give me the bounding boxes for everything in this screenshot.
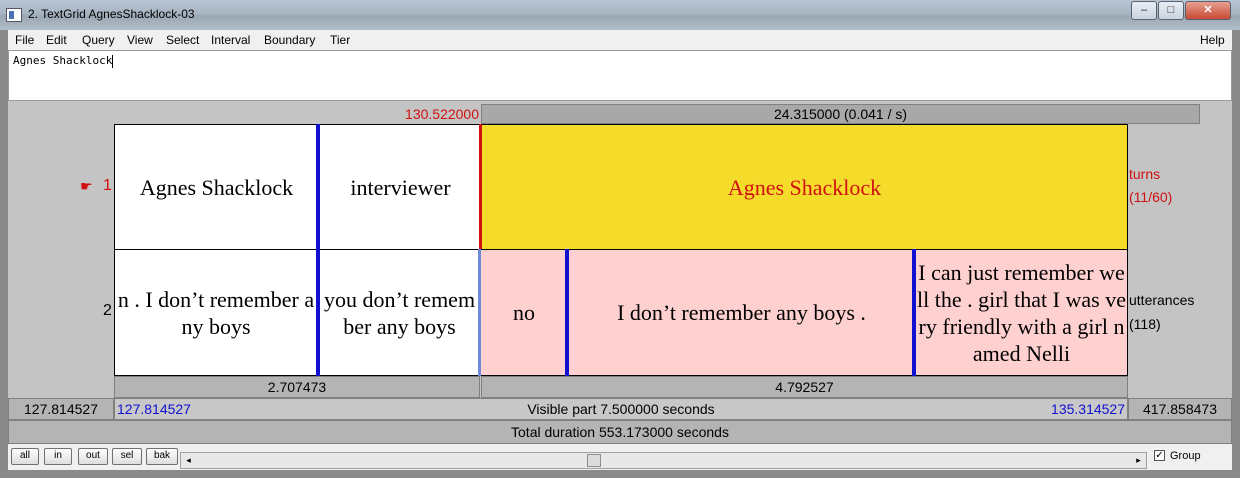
- window-title: 2. TextGrid AgnesShacklock-03: [28, 7, 195, 21]
- zoom-out-button[interactable]: out: [78, 448, 108, 465]
- total-duration: Total duration 553.173000 seconds: [511, 424, 729, 440]
- scroll-right-icon[interactable]: ▸: [1131, 453, 1146, 468]
- menu-edit[interactable]: Edit: [46, 33, 67, 47]
- zoom-in-button[interactable]: in: [44, 448, 72, 465]
- window-end-time-bar[interactable]: 417.858473: [1128, 398, 1232, 420]
- menu-boundary[interactable]: Boundary: [264, 33, 315, 47]
- menu-bar: File Edit Query View Select Interval Bou…: [8, 30, 1232, 50]
- menu-interval[interactable]: Interval: [211, 33, 250, 47]
- tier2-boundary-4[interactable]: [912, 249, 916, 376]
- tier2-name: utterances: [1129, 292, 1195, 308]
- menu-view[interactable]: View: [127, 33, 153, 47]
- visible-part-bar[interactable]: 127.814527 Visible part 7.500000 seconds…: [114, 398, 1128, 420]
- selection-duration-bar[interactable]: 24.315000 (0.041 / s): [481, 104, 1200, 124]
- duration-right: 4.792527: [775, 379, 834, 395]
- title-bar: 2. TextGrid AgnesShacklock-03 – □ ✕: [0, 0, 1240, 30]
- app-icon: [6, 8, 22, 22]
- tier1-boundary[interactable]: [316, 124, 320, 250]
- zoom-all-button[interactable]: all: [11, 448, 39, 465]
- tier2-boundary-1[interactable]: [316, 249, 320, 376]
- tier1-count: (11/60): [1129, 189, 1173, 205]
- close-button[interactable]: ✕: [1185, 1, 1231, 20]
- visible-part-label: Visible part 7.500000 seconds: [527, 401, 715, 417]
- tier2-interval-5[interactable]: I can just remember well the . girl that…: [917, 250, 1126, 375]
- tier2-number: 2: [103, 302, 112, 319]
- scrollbar-thumb[interactable]: [587, 454, 601, 467]
- tier1-pointer-icon: ☛: [80, 178, 93, 194]
- selection-duration: 24.315000 (0.041 / s): [773, 106, 908, 122]
- tier1-number: 1: [103, 177, 112, 194]
- menu-query[interactable]: Query: [82, 33, 115, 47]
- total-duration-bar[interactable]: Total duration 553.173000 seconds: [8, 420, 1232, 444]
- duration-left: 2.707473: [267, 379, 327, 395]
- maximize-button[interactable]: □: [1158, 1, 1184, 20]
- duration-bar-left[interactable]: 2.707473: [114, 376, 480, 398]
- tier2-interval-1[interactable]: n . I don’t remember any boys: [115, 250, 317, 375]
- visible-end-time: 135.314527: [1051, 401, 1125, 417]
- group-label: Group: [1170, 450, 1201, 462]
- tier2-interval-3[interactable]: no: [482, 250, 566, 375]
- tier1-interval-2[interactable]: interviewer: [322, 125, 479, 249]
- horizontal-scrollbar[interactable]: ◂ ▸: [180, 452, 1147, 469]
- menu-file[interactable]: File: [15, 33, 34, 47]
- tier1-boundary-cursor[interactable]: [479, 124, 482, 250]
- minimize-button[interactable]: –: [1131, 1, 1157, 20]
- tier2-count: (118): [1129, 316, 1161, 332]
- tier2-interval-2[interactable]: you don’t remember any boys: [321, 250, 478, 375]
- duration-bar-right[interactable]: 4.792527: [481, 376, 1128, 398]
- tier1-interval-1[interactable]: Agnes Shacklock: [115, 125, 318, 249]
- window-end-time: 417.858473: [1143, 401, 1217, 417]
- menu-help[interactable]: Help: [1200, 33, 1225, 47]
- text-field-value: Agnes Shacklock: [13, 54, 113, 67]
- group-checkbox[interactable]: ✓: [1154, 450, 1165, 461]
- tier1-interval-3-selected[interactable]: Agnes Shacklock: [482, 125, 1127, 249]
- menu-tier[interactable]: Tier: [330, 33, 350, 47]
- window-start-time: 127.814527: [24, 401, 98, 417]
- zoom-sel-button[interactable]: sel: [112, 448, 142, 465]
- tier2-boundary-2[interactable]: [478, 249, 481, 376]
- scroll-left-icon[interactable]: ◂: [181, 453, 196, 468]
- tier2-boundary-3[interactable]: [565, 249, 569, 376]
- window-start-time-bar[interactable]: 127.814527: [8, 398, 114, 420]
- cursor-time: 130.522000: [405, 106, 479, 122]
- zoom-back-button[interactable]: bak: [146, 448, 178, 465]
- bottom-bar: all in out sel bak ◂ ▸ ✓ Group: [8, 444, 1232, 470]
- text-caret: [112, 54, 114, 68]
- interval-text-field[interactable]: Agnes Shacklock: [8, 50, 1232, 101]
- tier2-interval-4[interactable]: I don’t remember any boys .: [570, 250, 913, 375]
- tier1-name: turns: [1129, 166, 1161, 182]
- menu-select[interactable]: Select: [166, 33, 199, 47]
